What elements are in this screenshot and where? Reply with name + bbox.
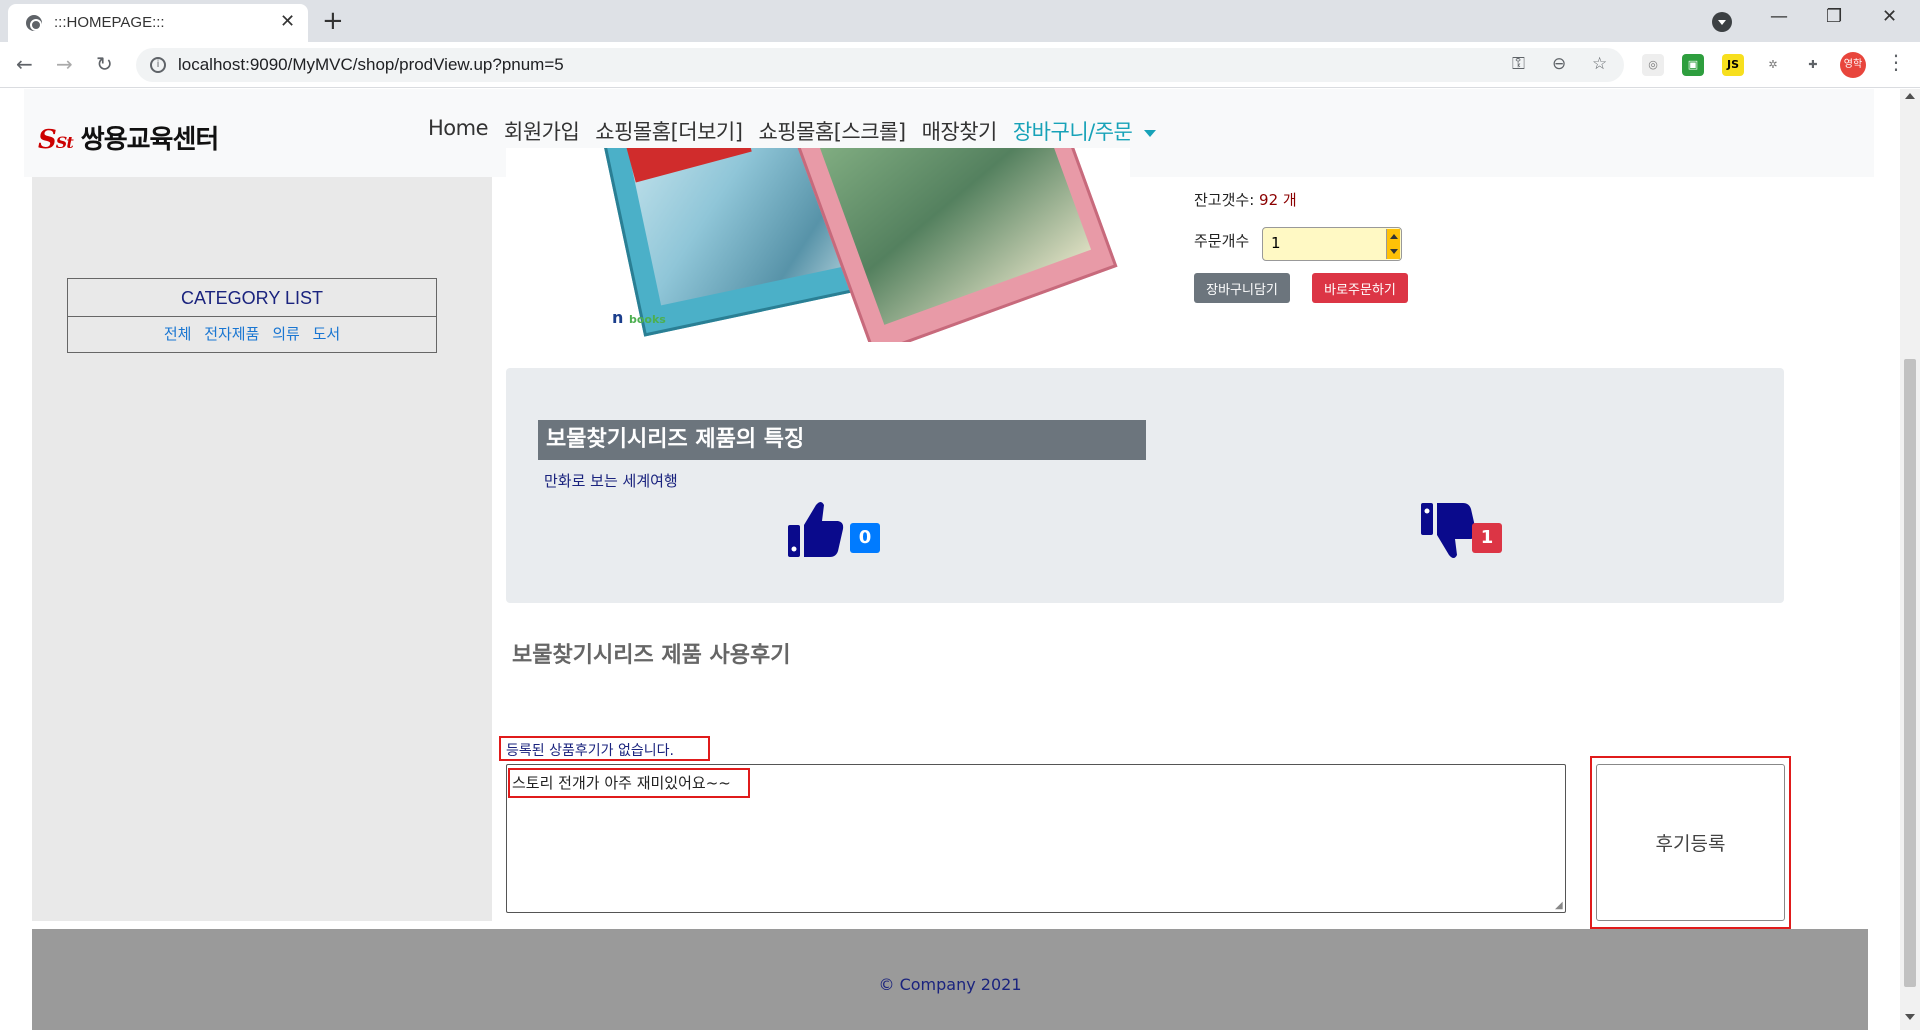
category-clothing[interactable]: 의류 bbox=[272, 325, 300, 343]
minimize-icon[interactable]: — bbox=[1770, 6, 1788, 27]
no-review-message: 등록된 상품후기가 없습니다. bbox=[506, 743, 674, 759]
feature-description: 만화로 보는 세계여행 bbox=[544, 472, 678, 490]
nav-shop-scroll[interactable]: 쇼핑몰홈[스크롤] bbox=[750, 116, 913, 146]
feature-title: 보물찾기시리즈 제품의 특징 bbox=[538, 420, 1146, 460]
scroll-up-icon[interactable] bbox=[1905, 93, 1915, 99]
category-electronics[interactable]: 전자제품 bbox=[204, 325, 259, 343]
extension-icon[interactable]: ▣ bbox=[1682, 54, 1704, 76]
category-title: CATEGORY LIST bbox=[68, 279, 436, 317]
main-nav: Home 회원가입 쇼핑몰홈[더보기] 쇼핑몰홈[스크롤] 매장찾기 장바구니/… bbox=[420, 116, 1164, 146]
tab-title: :::HOMEPAGE::: bbox=[54, 14, 165, 31]
like-count-badge: 0 bbox=[850, 523, 880, 553]
browser-tab[interactable]: :::HOMEPAGE::: ✕ bbox=[8, 4, 308, 42]
tab-search-icon[interactable] bbox=[1712, 12, 1732, 32]
logo-text: 쌍용교육센터 bbox=[80, 125, 220, 155]
globe-icon bbox=[26, 15, 42, 31]
window-close-icon[interactable]: ✕ bbox=[1882, 6, 1897, 27]
caret-down-icon bbox=[1144, 129, 1157, 137]
reload-icon[interactable]: ↻ bbox=[96, 52, 113, 76]
scroll-down-icon[interactable] bbox=[1905, 1014, 1915, 1020]
resize-handle-icon[interactable]: ◢ bbox=[1555, 900, 1563, 911]
forward-icon[interactable]: → bbox=[56, 52, 73, 76]
plus-icon[interactable]: + bbox=[322, 6, 344, 36]
page-scrollbar[interactable] bbox=[1900, 89, 1920, 1030]
left-column bbox=[32, 89, 492, 921]
nav-cart-order[interactable]: 장바구니/주문 bbox=[1005, 116, 1165, 146]
info-icon[interactable]: i bbox=[150, 57, 166, 73]
stock-label: 잔고갯수: bbox=[1194, 191, 1255, 209]
browser-toolbar: ← → ↻ i localhost:9090/MyMVC/shop/prodVi… bbox=[0, 42, 1920, 88]
category-list: CATEGORY LIST 전체 전자제품 의류 도서 bbox=[67, 278, 437, 353]
thumbs-up-icon[interactable] bbox=[788, 499, 844, 557]
feature-panel: 보물찾기시리즈 제품의 특징 만화로 보는 세계여행 0 1 bbox=[506, 368, 1784, 603]
maximize-icon[interactable]: ❐ bbox=[1826, 6, 1842, 27]
nav-store-finder[interactable]: 매장찾기 bbox=[914, 116, 1005, 146]
qty-label: 주문개수 bbox=[1194, 232, 1250, 250]
js-extension-icon[interactable]: JS bbox=[1722, 54, 1744, 76]
back-icon[interactable]: ← bbox=[16, 52, 33, 76]
copyright-text: © Company 2021 bbox=[878, 975, 1022, 994]
category-all[interactable]: 전체 bbox=[164, 325, 192, 343]
profile-avatar[interactable]: 영학 bbox=[1840, 52, 1866, 78]
url-text[interactable]: localhost:9090/MyMVC/shop/prodView.up?pn… bbox=[178, 55, 564, 75]
thumbs-down-icon[interactable] bbox=[1421, 503, 1477, 561]
menu-icon[interactable]: ⋮ bbox=[1886, 50, 1906, 74]
product-image: n books bbox=[506, 148, 1130, 342]
add-to-cart-button[interactable]: 장바구니담기 bbox=[1194, 273, 1290, 303]
extension-icon[interactable]: ◎ bbox=[1642, 54, 1664, 76]
quantity-stepper[interactable]: 1 bbox=[1262, 227, 1402, 261]
logo-mark-small: St bbox=[55, 133, 74, 152]
puzzle-icon[interactable]: ✚ bbox=[1802, 54, 1824, 76]
category-items: 전체 전자제품 의류 도서 bbox=[68, 317, 436, 351]
zoom-icon[interactable]: ⊖ bbox=[1552, 54, 1566, 74]
stock-info: 잔고갯수: 92 개 bbox=[1194, 189, 1297, 210]
review-text-value[interactable]: 스토리 전개가 아주 재미있어요~~ bbox=[512, 772, 731, 793]
address-bar[interactable]: i localhost:9090/MyMVC/shop/prodView.up?… bbox=[136, 48, 1624, 82]
stock-value: 92 개 bbox=[1259, 191, 1297, 209]
spinner-arrows-icon[interactable] bbox=[1386, 229, 1400, 259]
site-footer: © Company 2021 bbox=[32, 929, 1868, 1030]
scroll-thumb[interactable] bbox=[1904, 359, 1916, 987]
close-icon[interactable]: ✕ bbox=[280, 11, 295, 32]
nav-signup[interactable]: 회원가입 bbox=[496, 116, 587, 146]
category-books[interactable]: 도서 bbox=[313, 325, 341, 343]
book-cover-2 bbox=[794, 148, 1118, 342]
logo-mark: S bbox=[38, 125, 57, 155]
nav-cart-order-label: 장바구니/주문 bbox=[1012, 120, 1133, 144]
dislike-count-badge: 1 bbox=[1472, 523, 1502, 553]
browser-tabbar: :::HOMEPAGE::: ✕ + — ❐ ✕ bbox=[0, 0, 1920, 42]
nav-shop-more[interactable]: 쇼핑몰홈[더보기] bbox=[587, 116, 750, 146]
key-icon[interactable]: ⚿ bbox=[1512, 54, 1525, 74]
star-icon[interactable]: ☆ bbox=[1592, 54, 1607, 74]
page-viewport: SSt 쌍용교육센터 Home 회원가입 쇼핑몰홈[더보기] 쇼핑몰홈[스크롤]… bbox=[0, 89, 1900, 1030]
bug-icon[interactable]: ✲ bbox=[1762, 54, 1784, 76]
buy-now-button[interactable]: 바로주문하기 bbox=[1312, 273, 1408, 303]
submit-review-button[interactable]: 후기등록 bbox=[1596, 764, 1785, 921]
books-logo: n books bbox=[612, 308, 666, 327]
nav-home[interactable]: Home bbox=[420, 116, 496, 146]
review-section-title: 보물찾기시리즈 제품 사용후기 bbox=[512, 643, 791, 668]
site-logo[interactable]: SSt 쌍용교육센터 bbox=[38, 119, 220, 156]
